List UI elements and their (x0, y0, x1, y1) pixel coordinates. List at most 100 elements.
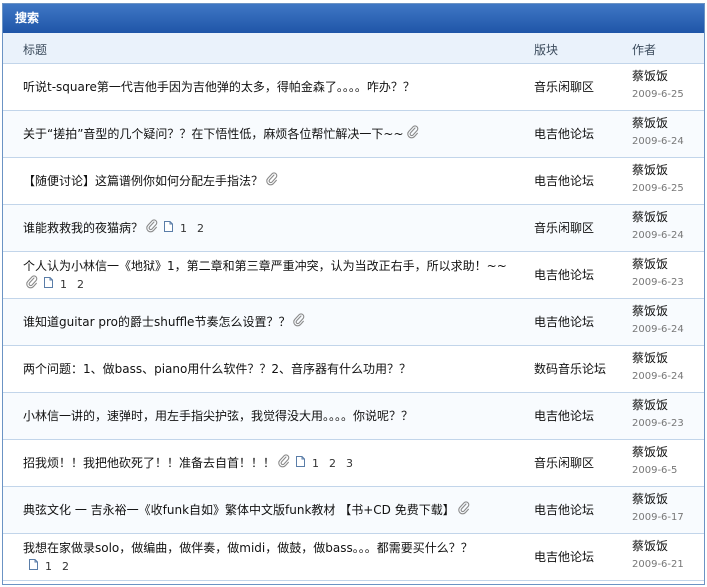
forum-link[interactable]: 音乐闲聊区 (534, 440, 594, 486)
forum-link[interactable]: 数码音乐论坛 (534, 346, 606, 392)
page-link[interactable]: 1 (312, 457, 319, 470)
author-cell: 蔡饭饭 2009-6-23 (632, 256, 684, 291)
thread-title-link[interactable]: 听说t-square第一代吉他手因为吉他弹的太多，得帕金森了。。。。咋办？？ (23, 80, 415, 94)
subject-cell: 招我烦！！我把他砍死了！！准备去自首！！！ 1 2 3 (23, 440, 514, 486)
multipage-icon (164, 219, 174, 237)
thread-title-link[interactable]: 招我烦！！我把他砍死了！！准备去自首！！！ (23, 456, 275, 470)
author-link[interactable]: 蔡饭饭 (632, 256, 684, 272)
search-results-panel: 搜索 标题 版块 作者 听说t-square第一代吉他手因为吉他弹的太多，得帕金… (2, 3, 705, 585)
post-date: 2009-6-24 (632, 371, 684, 382)
author-link[interactable]: 蔡饭饭 (632, 444, 677, 460)
author-link[interactable]: 蔡饭饭 (632, 115, 684, 131)
author-cell: 蔡饭饭 2009-6-24 (632, 115, 684, 150)
author-link[interactable]: 蔡饭饭 (632, 491, 684, 507)
results-list: 听说t-square第一代吉他手因为吉他弹的太多，得帕金森了。。。。咋办？？ 音乐… (3, 64, 704, 581)
page-link[interactable]: 2 (329, 457, 336, 470)
author-link[interactable]: 蔡饭饭 (632, 68, 684, 84)
author-link[interactable]: 蔡饭饭 (632, 350, 684, 366)
author-link[interactable]: 蔡饭饭 (632, 209, 684, 225)
author-cell: 蔡饭饭 2009-6-23 (632, 397, 684, 432)
forum-link[interactable]: 音乐闲聊区 (534, 64, 594, 110)
thread-title-link[interactable]: 典弦文化 一 吉永裕一《收funk自如》繁体中文版funk教材 【书+CD 免费… (23, 503, 455, 517)
author-link[interactable]: 蔡饭饭 (632, 162, 684, 178)
subject-cell: 关于“搓拍”音型的几个疑问？？在下悟性低，麻烦各位帮忙解决一下~~ (23, 111, 514, 157)
forum-link[interactable]: 电吉他论坛 (534, 111, 594, 157)
author-cell: 蔡饭饭 2009-6-5 (632, 444, 677, 479)
attachment-icon (146, 218, 158, 238)
thread-title-link[interactable]: 我想在家做录solo，做编曲，做伴奏，做midi，做鼓，做bass。。。都需要买… (23, 541, 473, 555)
page-links: 12 (29, 557, 74, 576)
author-cell: 蔡饭饭 2009-6-25 (632, 162, 684, 197)
attachment-icon (266, 171, 278, 191)
page-link[interactable]: 1 (45, 560, 52, 573)
thread-title-link[interactable]: 谁能救救我的夜猫病？ (23, 221, 143, 235)
forum-link[interactable]: 电吉他论坛 (534, 534, 594, 580)
result-row: 【随便讨论】这篇谱例你如何分配左手指法？ 电吉他论坛 蔡饭饭 2009-6-25 (3, 158, 704, 205)
post-date: 2009-6-21 (632, 559, 684, 570)
author-cell: 蔡饭饭 2009-6-21 (632, 538, 684, 573)
result-row: 两个问题：1、做bass、piano用什么软件？？2、音序器有什么功用？？ 数码音… (3, 346, 704, 393)
post-date: 2009-6-24 (632, 136, 684, 147)
page-links: 12 (44, 275, 89, 294)
subject-cell: 【随便讨论】这篇谱例你如何分配左手指法？ (23, 158, 514, 204)
post-date: 2009-6-5 (632, 465, 678, 476)
column-forum: 版块 (534, 43, 559, 57)
multipage-icon (44, 275, 53, 293)
attachment-icon (26, 274, 38, 294)
page-link[interactable]: 1 (60, 278, 67, 291)
subject-cell: 听说t-square第一代吉他手因为吉他弹的太多，得帕金森了。。。。咋办？？ (23, 64, 514, 110)
result-row: 招我烦！！我把他砍死了！！准备去自首！！！ 1 2 3 音乐闲聊区 蔡饭饭 2009-6-5 (3, 440, 704, 487)
result-row: 关于“搓拍”音型的几个疑问？？在下悟性低，麻烦各位帮忙解决一下~~ 电吉他论坛 蔡饭… (3, 111, 704, 158)
post-date: 2009-6-23 (632, 277, 684, 288)
forum-link[interactable]: 音乐闲聊区 (534, 205, 594, 251)
page-link[interactable]: 2 (62, 560, 69, 573)
author-link[interactable]: 蔡饭饭 (632, 303, 684, 319)
subject-cell: 谁能救救我的夜猫病？ 1 2 (23, 205, 514, 251)
result-row: 我想在家做录solo，做编曲，做伴奏，做midi，做鼓，做bass。。。都需要买… (3, 534, 704, 581)
subject-cell: 谁知道guitar pro的爵士shuffle节奏怎么设置？？ (23, 299, 514, 345)
page-link[interactable]: 2 (197, 222, 204, 235)
panel-title: 搜索 (3, 4, 704, 33)
column-author: 作者 (632, 43, 657, 57)
multipage-icon (29, 557, 38, 575)
forum-link[interactable]: 电吉他论坛 (534, 393, 594, 439)
attachment-icon (293, 312, 305, 332)
page-link[interactable]: 2 (77, 278, 84, 291)
post-date: 2009-6-23 (632, 418, 684, 429)
forum-link[interactable]: 电吉他论坛 (534, 299, 594, 345)
author-cell: 蔡饭饭 2009-6-24 (632, 303, 684, 338)
subject-cell: 我想在家做录solo，做编曲，做伴奏，做midi，做鼓，做bass。。。都需要买… (23, 534, 514, 580)
author-link[interactable]: 蔡饭饭 (632, 538, 684, 554)
author-cell: 蔡饭饭 2009-6-24 (632, 350, 684, 385)
thread-title-link[interactable]: 关于“搓拍”音型的几个疑问？？在下悟性低，麻烦各位帮忙解决一下~~ (23, 127, 404, 141)
forum-link[interactable]: 电吉他论坛 (534, 487, 594, 533)
post-date: 2009-6-24 (632, 230, 684, 241)
author-cell: 蔡饭饭 2009-6-24 (632, 209, 684, 244)
forum-link[interactable]: 电吉他论坛 (534, 158, 594, 204)
author-cell: 蔡饭饭 2009-6-17 (632, 491, 684, 526)
post-date: 2009-6-25 (632, 89, 684, 100)
post-date: 2009-6-25 (632, 183, 684, 194)
post-date: 2009-6-24 (632, 324, 684, 335)
result-row: 谁能救救我的夜猫病？ 1 2 音乐闲聊区 蔡饭饭 2009-6-24 (3, 205, 704, 252)
thread-title-link[interactable]: 【随便讨论】这篇谱例你如何分配左手指法？ (23, 174, 263, 188)
attachment-icon (278, 453, 290, 473)
thread-title-link[interactable]: 两个问题：1、做bass、piano用什么软件？？2、音序器有什么功用？？ (23, 362, 411, 376)
subject-cell: 小林信一讲的，速弹时，用左手指尖护弦，我觉得没大用。。。。你说呢？？ (23, 393, 514, 439)
subject-cell: 个人认为小林信一《地狱》1，第二章和第三章严重冲突，认为当改正右手，所以求助！~… (23, 252, 514, 298)
author-link[interactable]: 蔡饭饭 (632, 397, 684, 413)
subject-cell: 两个问题：1、做bass、piano用什么软件？？2、音序器有什么功用？？ (23, 346, 514, 392)
forum-link[interactable]: 电吉他论坛 (534, 252, 594, 298)
thread-title-link[interactable]: 小林信一讲的，速弹时，用左手指尖护弦，我觉得没大用。。。。你说呢？？ (23, 409, 413, 423)
attachment-icon (406, 124, 419, 144)
column-header: 标题 版块 作者 (3, 33, 704, 64)
page-link[interactable]: 3 (346, 457, 353, 470)
attachment-icon (457, 500, 470, 520)
result-row: 谁知道guitar pro的爵士shuffle节奏怎么设置？？ 电吉他论坛 蔡饭饭 2… (3, 299, 704, 346)
page-link[interactable]: 1 (180, 222, 187, 235)
result-row: 个人认为小林信一《地狱》1，第二章和第三章严重冲突，认为当改正右手，所以求助！~… (3, 252, 704, 299)
post-date: 2009-6-17 (632, 512, 684, 523)
result-row: 小林信一讲的，速弹时，用左手指尖护弦，我觉得没大用。。。。你说呢？？ 电吉他论坛 蔡… (3, 393, 704, 440)
thread-title-link[interactable]: 谁知道guitar pro的爵士shuffle节奏怎么设置？？ (23, 315, 290, 329)
thread-title-link[interactable]: 个人认为小林信一《地狱》1，第二章和第三章严重冲突，认为当改正右手，所以求助！~… (23, 259, 507, 273)
